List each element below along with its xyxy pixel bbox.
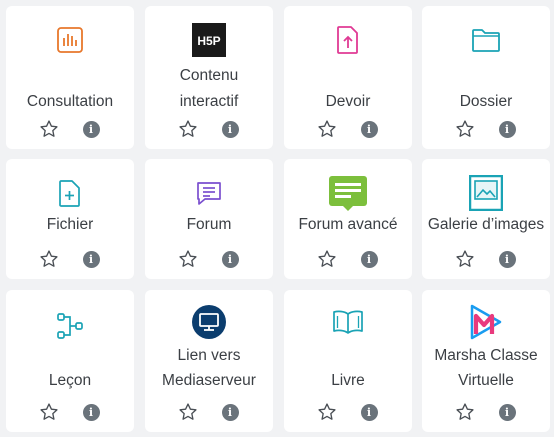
activity-name-line-1: Contenu	[179, 67, 239, 84]
star-outline-icon[interactable]	[317, 402, 337, 422]
activity-card-contenu-interactif[interactable]: H5P Contenu interactif i	[145, 6, 273, 149]
activity-card-consultation[interactable]: Consultation i	[6, 6, 134, 149]
info-icon[interactable]: i	[359, 402, 379, 422]
star-outline-icon[interactable]	[39, 249, 59, 269]
activity-name: Galerie d’images	[427, 216, 545, 233]
svg-text:H5P: H5P	[197, 34, 220, 48]
star-outline-icon[interactable]	[317, 249, 337, 269]
h5p-logo-icon: H5P	[145, 20, 273, 60]
star-outline-icon[interactable]	[455, 402, 475, 422]
info-icon[interactable]: i	[497, 402, 517, 422]
poll-chart-icon	[6, 20, 134, 60]
marsha-logo-icon	[422, 302, 550, 342]
activity-card-livre[interactable]: Livre i	[284, 290, 412, 432]
star-outline-icon[interactable]	[178, 402, 198, 422]
star-outline-icon[interactable]	[178, 249, 198, 269]
activity-card-forum[interactable]: Forum i	[145, 159, 273, 279]
activity-name-line-2: interactif	[179, 93, 239, 110]
info-icon[interactable]: i	[220, 249, 240, 269]
activity-name: Fichier	[46, 216, 94, 233]
info-icon[interactable]: i	[81, 402, 101, 422]
info-icon[interactable]: i	[81, 119, 101, 139]
activity-name: Forum avancé	[298, 216, 398, 233]
activity-chooser-grid: Consultation i H5P Contenu interactif i	[0, 0, 554, 437]
activity-name-line-1: Marsha Classe	[434, 347, 538, 364]
star-outline-icon[interactable]	[178, 119, 198, 139]
activity-name: Dossier	[459, 93, 513, 110]
info-icon[interactable]: i	[497, 249, 517, 269]
folder-icon	[422, 20, 550, 60]
info-icon[interactable]: i	[220, 119, 240, 139]
activity-card-galerie-images[interactable]: Galerie d’images i	[422, 159, 550, 279]
activity-card-lecon[interactable]: Leçon i	[6, 290, 134, 432]
lesson-flow-icon	[6, 306, 134, 346]
info-icon[interactable]: i	[81, 249, 101, 269]
activity-name-line-1: Lien vers	[177, 347, 241, 364]
activity-card-forum-avance[interactable]: Forum avancé i	[284, 159, 412, 279]
activity-name: Leçon	[48, 372, 92, 389]
file-upload-icon	[284, 20, 412, 60]
activity-card-dossier[interactable]: Dossier i	[422, 6, 550, 149]
activity-name: Consultation	[26, 93, 114, 110]
star-outline-icon[interactable]	[455, 119, 475, 139]
star-outline-icon[interactable]	[455, 249, 475, 269]
activity-name: Devoir	[325, 93, 371, 110]
star-outline-icon[interactable]	[317, 119, 337, 139]
image-gallery-icon	[422, 173, 550, 213]
info-icon[interactable]: i	[220, 402, 240, 422]
activity-name-line-2: Virtuelle	[458, 372, 514, 389]
info-icon[interactable]: i	[497, 119, 517, 139]
forum-board-icon	[284, 173, 412, 213]
media-server-icon	[145, 302, 273, 342]
file-plus-icon	[6, 173, 134, 213]
star-outline-icon[interactable]	[39, 119, 59, 139]
activity-name-line-2: Mediaserveur	[162, 372, 256, 389]
book-icon	[284, 302, 412, 342]
info-icon[interactable]: i	[359, 249, 379, 269]
activity-card-devoir[interactable]: Devoir i	[284, 6, 412, 149]
info-icon[interactable]: i	[359, 119, 379, 139]
activity-card-marsha-classe-virtuelle[interactable]: Marsha Classe Virtuelle i	[422, 290, 550, 432]
star-outline-icon[interactable]	[39, 402, 59, 422]
activity-card-lien-mediaserveur[interactable]: Lien vers Mediaserveur i	[145, 290, 273, 432]
activity-name: Forum	[186, 216, 232, 233]
activity-card-fichier[interactable]: Fichier i	[6, 159, 134, 279]
chat-bubble-icon	[145, 173, 273, 213]
activity-name: Livre	[331, 372, 365, 389]
